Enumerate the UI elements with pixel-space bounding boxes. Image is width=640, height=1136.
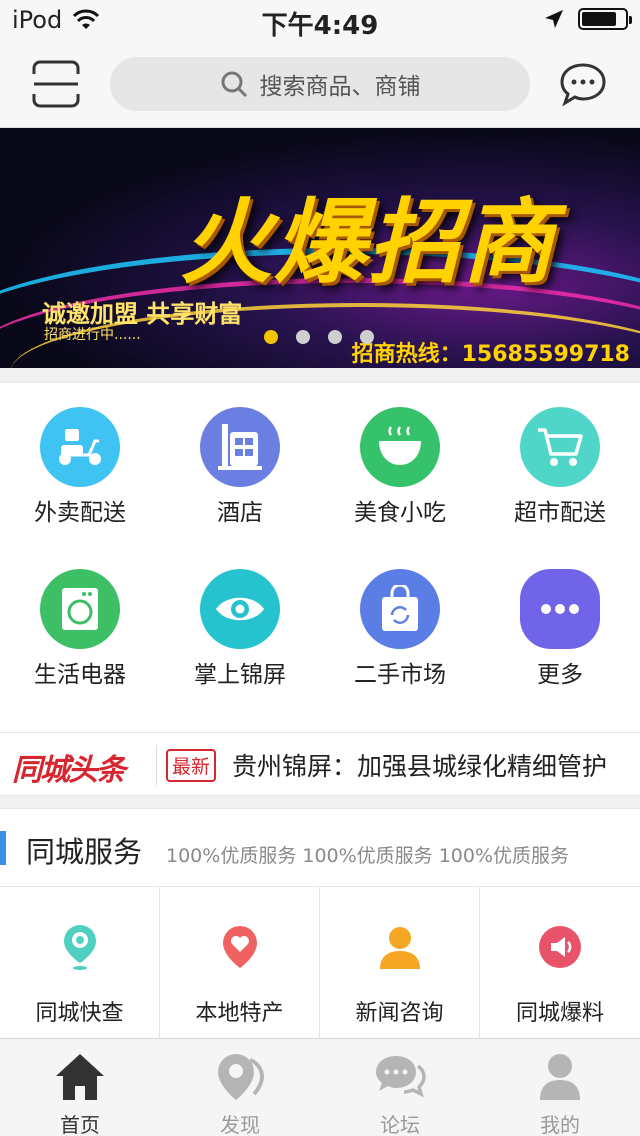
service-item-local-specialty[interactable]: 本地特产 <box>160 887 320 1039</box>
banner-title: 火爆招商 <box>180 189 557 296</box>
service-section: 同城服务 100%优质服务 100%优质服务 100%优质服务 同城快查 本地特… <box>0 808 640 1039</box>
carousel-dots[interactable] <box>264 330 374 344</box>
scan-button[interactable] <box>30 58 82 110</box>
location-arrow-icon <box>545 10 563 28</box>
service-title: 同城服务 <box>26 835 143 869</box>
service-label: 同城快查 <box>35 1001 124 1026</box>
news-tag: 最新 <box>166 749 217 782</box>
grid-item-jinping[interactable]: 掌上锦屏 <box>160 569 320 689</box>
service-subtitle: 100%优质服务 100%优质服务 100%优质服务 <box>166 845 570 867</box>
hotel-icon <box>200 407 280 487</box>
scan-icon <box>32 60 80 108</box>
carousel-dot[interactable] <box>360 330 374 344</box>
tab-discover[interactable]: 发现 <box>160 1039 320 1136</box>
news-headline[interactable]: 贵州锦屏：加强县城绿化精细管护 <box>232 747 607 783</box>
grid-item-secondhand[interactable]: 二手市场 <box>320 569 480 689</box>
status-right <box>544 8 632 30</box>
accent-bar <box>0 831 6 865</box>
bowl-icon <box>360 407 440 487</box>
search-placeholder: 搜索商品、商铺 <box>259 74 421 100</box>
cart-icon <box>520 407 600 487</box>
washer-icon <box>40 569 120 649</box>
message-button[interactable] <box>558 60 608 110</box>
user-icon <box>370 917 430 977</box>
tab-forum[interactable]: 论坛 <box>320 1039 480 1136</box>
search-icon <box>221 71 247 98</box>
grid-label: 二手市场 <box>354 662 446 688</box>
carousel-dot[interactable] <box>264 330 278 344</box>
service-item-quick-search[interactable]: 同城快查 <box>0 887 160 1039</box>
forum-icon <box>374 1051 426 1103</box>
carousel-dot[interactable] <box>296 330 310 344</box>
service-label: 本地特产 <box>195 1001 284 1026</box>
service-label: 新闻咨询 <box>355 1001 444 1026</box>
grid-item-supermarket[interactable]: 超市配送 <box>480 407 640 527</box>
grid-label: 酒店 <box>217 500 263 526</box>
home-icon <box>54 1051 106 1103</box>
bottom-tab-bar: 首页 发现 论坛 我的 <box>0 1038 640 1136</box>
battery-icon <box>578 8 632 30</box>
profile-icon <box>534 1051 586 1103</box>
carousel-dot[interactable] <box>328 330 342 344</box>
service-item-report[interactable]: 同城爆料 <box>480 887 640 1039</box>
tab-label: 论坛 <box>380 1113 420 1136</box>
tab-label: 我的 <box>540 1113 580 1136</box>
divider <box>156 745 157 785</box>
grid-label: 超市配送 <box>514 500 606 526</box>
promo-banner[interactable]: 火爆招商 诚邀加盟 共享财富 招商进行中...... 招商热线：15685599… <box>0 128 640 368</box>
discover-icon <box>214 1051 266 1103</box>
service-label: 同城爆料 <box>515 1001 604 1026</box>
grid-item-food[interactable]: 美食小吃 <box>320 407 480 527</box>
tab-home[interactable]: 首页 <box>0 1039 160 1136</box>
grid-item-appliances[interactable]: 生活电器 <box>0 569 160 689</box>
heart-pin-icon <box>210 917 270 977</box>
megaphone-icon <box>530 917 590 977</box>
eye-icon <box>200 569 280 649</box>
more-icon <box>520 569 600 649</box>
tab-label: 发现 <box>220 1113 260 1136</box>
tab-label: 首页 <box>60 1113 100 1136</box>
status-bar: iPod 下午4:49 <box>0 0 640 41</box>
header: 搜索商品、商铺 <box>0 40 640 128</box>
news-logo: 同城头条 <box>12 753 126 788</box>
grid-label: 生活电器 <box>34 662 126 688</box>
category-grid: 外卖配送 酒店 美食小吃 超市配送 生活电器 掌上锦屏 二手市场 更多 <box>0 382 640 732</box>
location-pin-icon <box>50 917 110 977</box>
news-ticker[interactable]: 同城头条 最新 贵州锦屏：加强县城绿化精细管护 <box>0 732 640 796</box>
scooter-icon <box>40 407 120 487</box>
grid-item-takeout[interactable]: 外卖配送 <box>0 407 160 527</box>
grid-label: 掌上锦屏 <box>194 662 286 688</box>
chat-bubble-icon <box>560 63 606 107</box>
banner-subtext: 招商进行中...... <box>44 327 141 343</box>
banner-hotline: 招商热线：15685599718 <box>351 342 630 367</box>
service-header: 同城服务 100%优质服务 100%优质服务 100%优质服务 <box>0 809 640 887</box>
grid-label: 更多 <box>537 662 583 688</box>
service-item-news[interactable]: 新闻咨询 <box>320 887 480 1039</box>
grid-label: 外卖配送 <box>34 500 126 526</box>
tab-profile[interactable]: 我的 <box>480 1039 640 1136</box>
grid-item-more[interactable]: 更多 <box>480 569 640 689</box>
search-input[interactable]: 搜索商品、商铺 <box>110 57 530 111</box>
bag-icon <box>360 569 440 649</box>
grid-item-hotel[interactable]: 酒店 <box>160 407 320 527</box>
grid-label: 美食小吃 <box>354 500 446 526</box>
